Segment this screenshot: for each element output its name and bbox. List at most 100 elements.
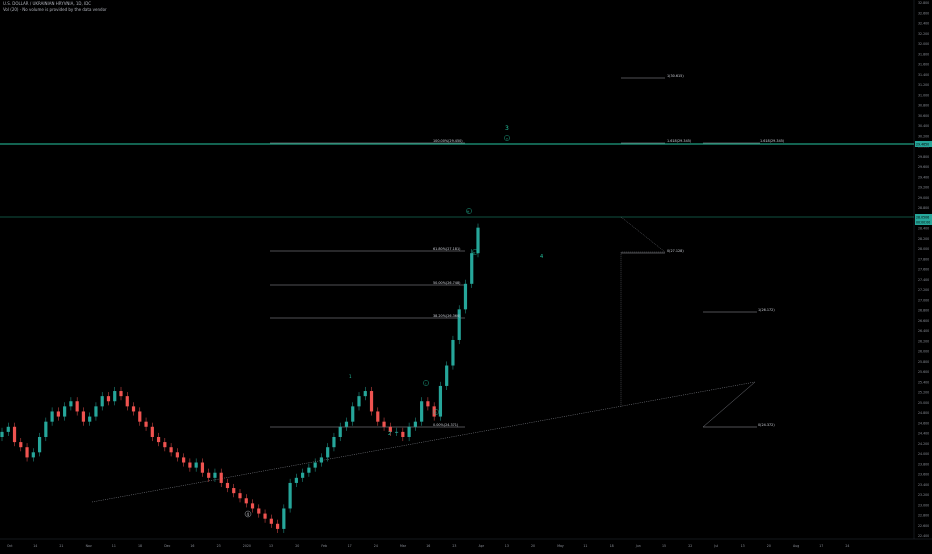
wave-label-iv[interactable]: iv <box>473 251 476 255</box>
candle-body[interactable] <box>94 406 98 417</box>
time-axis-label: 23 <box>452 544 456 548</box>
wave-label-4[interactable]: 4 <box>540 254 543 260</box>
wave-label-v[interactable]: v <box>506 137 508 141</box>
candle-body[interactable] <box>294 477 298 483</box>
candle-body[interactable] <box>31 452 35 458</box>
candle-body[interactable] <box>156 436 161 443</box>
price-axis-label: 24.600 <box>918 421 929 425</box>
candle-body[interactable] <box>12 426 17 443</box>
symbol-title[interactable]: U.S. DOLLAR / UKRAINIAN HRYVNIA, 1D, IDC <box>3 1 91 6</box>
candle-body[interactable] <box>0 431 4 437</box>
candle-body[interactable] <box>56 411 60 417</box>
candle-body[interactable] <box>470 253 474 284</box>
candle-body[interactable] <box>445 365 449 386</box>
candle-body[interactable] <box>257 508 261 514</box>
candle-body[interactable] <box>163 442 167 448</box>
candle-body[interactable] <box>376 411 380 422</box>
price-axis-label: 27.200 <box>918 288 929 292</box>
candle-body[interactable] <box>144 421 148 427</box>
candle-body[interactable] <box>25 447 29 458</box>
candle-body[interactable] <box>313 462 317 468</box>
candle-body[interactable] <box>200 462 205 473</box>
candle-body[interactable] <box>19 442 23 448</box>
time-axis-label: 13 <box>269 544 273 548</box>
candlestick-chart[interactable]: 100.00%(29.450) 61.80%(27.181) 50.00%(26… <box>0 0 932 550</box>
candle-body[interactable] <box>125 396 129 407</box>
candle-body[interactable] <box>288 482 292 509</box>
candle-body[interactable] <box>225 482 230 489</box>
candle-body[interactable] <box>150 426 154 437</box>
proj-label-1618-a: 1.618(29.345) <box>667 139 692 143</box>
wave-label-3[interactable]: 3 <box>505 125 509 132</box>
candle-body[interactable] <box>188 462 192 468</box>
candle-body[interactable] <box>363 391 367 397</box>
candle-body[interactable] <box>420 401 424 422</box>
wave-label-2[interactable]: 2 <box>388 431 391 437</box>
candle-body[interactable] <box>75 401 79 412</box>
candle-body[interactable] <box>301 472 305 478</box>
price-axis-label: 22.600 <box>918 524 929 528</box>
candle-body[interactable] <box>182 457 186 463</box>
candle-body[interactable] <box>63 406 67 417</box>
candle-body[interactable] <box>476 227 480 254</box>
candle-body[interactable] <box>269 518 273 524</box>
time-axis-label: 14 <box>33 544 37 548</box>
candle-body[interactable] <box>338 426 342 437</box>
time-axis-label: 2020 <box>243 544 251 548</box>
candle-body[interactable] <box>319 457 324 463</box>
candle-body[interactable] <box>426 401 430 407</box>
chart-area[interactable]: 100.00%(29.450) 61.80%(27.181) 50.00%(26… <box>0 0 932 550</box>
candle-body[interactable] <box>244 498 248 504</box>
candle-body[interactable] <box>401 431 405 437</box>
candle-body[interactable] <box>438 385 443 417</box>
candle-body[interactable] <box>351 406 355 422</box>
candle-body[interactable] <box>175 452 179 458</box>
candle-body[interactable] <box>413 421 417 427</box>
price-axis-label: 24.000 <box>918 452 929 456</box>
candle-body[interactable] <box>369 391 374 412</box>
wave-label-iii[interactable]: iii <box>467 210 470 214</box>
candle-body[interactable] <box>307 467 311 473</box>
candle-body[interactable] <box>119 391 123 397</box>
candle-body[interactable] <box>238 493 242 499</box>
candle-body[interactable] <box>207 472 211 478</box>
candle-body[interactable] <box>106 396 111 402</box>
candle-body[interactable] <box>6 426 10 432</box>
fib-label-50: 50.00%(26.748) <box>433 281 461 285</box>
candle-body[interactable] <box>263 513 267 519</box>
candle-body[interactable] <box>451 339 455 366</box>
price-axis-label: 25.000 <box>918 401 929 405</box>
candle-body[interactable] <box>194 462 198 468</box>
candle-body[interactable] <box>250 503 255 509</box>
candle-body[interactable] <box>344 421 349 427</box>
candle-body[interactable] <box>394 431 399 433</box>
price-axis-label: 26.000 <box>918 350 929 354</box>
candle-body[interactable] <box>37 436 42 453</box>
candle-body[interactable] <box>219 472 223 483</box>
fib-label-382: 38.20%(26.360) <box>433 314 461 318</box>
candle-body[interactable] <box>169 447 173 453</box>
candle-body[interactable] <box>407 426 411 437</box>
volume-note: Vol (20) · No volume is provided by the … <box>3 7 107 12</box>
candle-body[interactable] <box>88 416 92 422</box>
price-axis-label: 32.600 <box>918 11 929 15</box>
candle-body[interactable] <box>357 396 361 407</box>
candle-body[interactable] <box>282 508 286 529</box>
candle-body[interactable] <box>463 283 468 310</box>
candle-body[interactable] <box>81 411 86 422</box>
price-axis-label: 23.400 <box>918 483 929 487</box>
candle-body[interactable] <box>50 411 54 422</box>
candle-body[interactable] <box>69 401 73 407</box>
wave-label-ii[interactable]: ii <box>435 411 437 415</box>
candle-body[interactable] <box>382 421 386 427</box>
candle-body[interactable] <box>326 447 330 458</box>
candle-body[interactable] <box>275 523 280 529</box>
candle-body[interactable] <box>332 436 336 448</box>
candle-body[interactable] <box>100 396 104 407</box>
candle-body[interactable] <box>131 406 136 412</box>
candle-body[interactable] <box>113 391 117 402</box>
candle-body[interactable] <box>232 488 236 494</box>
candle-body[interactable] <box>138 411 142 422</box>
candle-body[interactable] <box>44 421 48 437</box>
candle-body[interactable] <box>213 472 217 478</box>
